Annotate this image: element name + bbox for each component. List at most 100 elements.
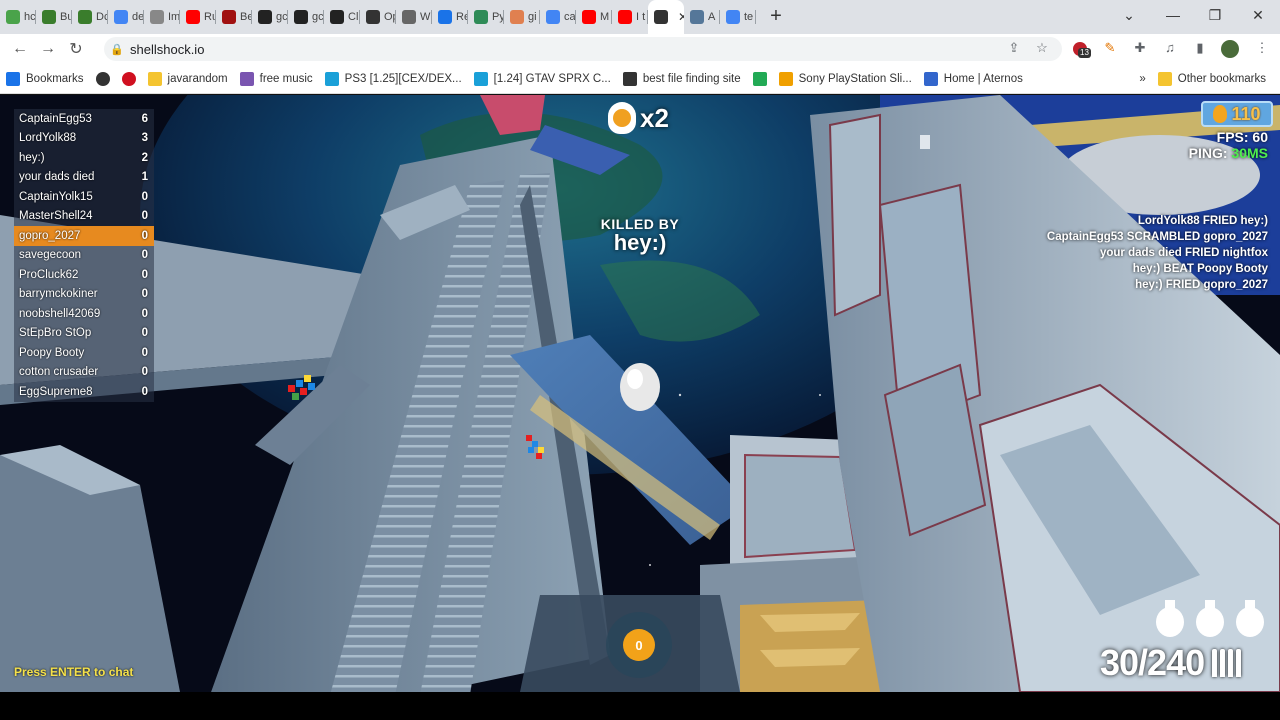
fps-readout: FPS: 60 (1216, 129, 1268, 145)
tab-9[interactable]: Cl (324, 0, 360, 34)
player-name: your dads died (19, 171, 95, 184)
youtube-icon (186, 10, 200, 24)
tab-11[interactable]: W (396, 0, 432, 34)
tab-5[interactable]: Ru (180, 0, 216, 34)
tab-1[interactable]: Bu (36, 0, 72, 34)
tab-label: Im (168, 11, 180, 23)
github-icon (294, 10, 308, 24)
url-text[interactable]: shellshock.io (130, 42, 204, 57)
bookmark-3[interactable]: javarandom (142, 66, 234, 92)
forward-button[interactable]: → (34, 40, 62, 58)
extension-icon[interactable]: 13 (1070, 38, 1091, 58)
grenade-icon (1236, 600, 1264, 637)
tab-12[interactable]: Re (432, 0, 468, 34)
player-name: gopro_2027 (19, 229, 81, 242)
player-score: 0 (141, 385, 148, 398)
tab-15[interactable]: ca (540, 0, 576, 34)
bookmark-8[interactable] (747, 66, 773, 92)
address-bar[interactable]: 🔒 shellshock.io (104, 37, 1062, 61)
tab-2[interactable]: Dc (72, 0, 108, 34)
hand-icon (510, 10, 524, 24)
tab-19[interactable]: A (684, 0, 720, 34)
restore-button[interactable]: ❐ (1192, 0, 1238, 30)
killer-name: hey:) (613, 230, 667, 255)
bookmark-label: free music (259, 72, 313, 85)
green-square-icon (752, 71, 767, 86)
ping-label: PING: (1188, 145, 1232, 161)
bookmark-9[interactable]: Sony PlayStation Sli... (773, 66, 918, 92)
tab-17[interactable]: I t (612, 0, 648, 34)
media-control-icon[interactable]: ♫ (1160, 38, 1180, 58)
bookmark-7[interactable]: best file finding site (617, 66, 747, 92)
side-panel-icon[interactable]: ▮ (1190, 38, 1210, 58)
grenade-timer-value: 0 (623, 629, 655, 661)
bookmark-10[interactable]: Home | Aternos (918, 66, 1029, 92)
player-score: 0 (141, 307, 148, 320)
tab-14[interactable]: gi (504, 0, 540, 34)
game-scene[interactable] (0, 95, 1280, 692)
tab-13[interactable]: Py (468, 0, 504, 34)
bookmark-6[interactable]: [1.24] GTAV SPRX C... (468, 66, 617, 92)
extension-badge: 13 (1078, 48, 1091, 58)
other-bookmarks[interactable]: Other bookmarks (1152, 66, 1272, 92)
bookmark-0[interactable]: Bookmarks (0, 66, 90, 92)
github-icon (258, 10, 272, 24)
player-score: 0 (141, 288, 148, 301)
lock-icon[interactable]: 🔒 (104, 43, 130, 56)
scoreboard-row: LordYolk88 3 (14, 128, 154, 148)
tab-18[interactable]: ✕ (648, 0, 684, 34)
egg-currency[interactable]: 110 (1201, 101, 1273, 127)
player-score: 6 (141, 112, 148, 125)
tab-label: Be (240, 11, 252, 23)
tab-16[interactable]: M (576, 0, 612, 34)
player-score: 0 (141, 210, 148, 223)
google-icon (114, 10, 128, 24)
folder-icon (1157, 71, 1172, 86)
tab-search-button[interactable]: ⌄ (1106, 0, 1152, 30)
back-button[interactable]: ← (6, 40, 34, 58)
scoreboard-row: cotton crusader 0 (14, 362, 154, 382)
tab-label: M (600, 11, 610, 23)
scoreboard-row: CaptainEgg53 6 (14, 109, 154, 129)
scoreboard-row: Poopy Booty 0 (14, 343, 154, 363)
edit-extension-icon[interactable]: ✎ (1100, 38, 1120, 58)
tab-6[interactable]: Be (216, 0, 252, 34)
player-score: 0 (141, 190, 148, 203)
tab-3[interactable]: de (108, 0, 144, 34)
tab-7[interactable]: gc (252, 0, 288, 34)
tab-8[interactable]: gc (288, 0, 324, 34)
google-icon (726, 10, 740, 24)
bookmark-5[interactable]: PS3 [1.25][CEX/DEX... (319, 66, 468, 92)
multicolor-icon (6, 10, 20, 24)
tab-label: te (744, 11, 754, 23)
tab-10[interactable]: Op (360, 0, 396, 34)
bookmark-label: best file finding site (642, 72, 741, 85)
bullets-icon (1212, 649, 1242, 677)
player-name: ProCluck62 (19, 268, 79, 281)
minimize-button[interactable]: — (1150, 0, 1196, 30)
player-score: 0 (141, 346, 148, 359)
bookmark-star-icon[interactable]: ☆ (1032, 38, 1052, 58)
profile-avatar[interactable] (1220, 38, 1240, 58)
browser-menu-icon[interactable]: ⋮ (1252, 38, 1272, 58)
c-icon (324, 71, 339, 86)
bookmark-2[interactable] (116, 66, 142, 92)
tab-4[interactable]: Im (144, 0, 180, 34)
tab-0[interactable]: hc (0, 0, 36, 34)
tab-20[interactable]: te (720, 0, 756, 34)
share-icon[interactable]: ⇪ (1004, 38, 1024, 58)
golden-egg-icon (1213, 105, 1228, 123)
kill-streak: x2 (608, 100, 669, 136)
player-score: 0 (141, 249, 148, 262)
new-tab-button[interactable]: + (764, 5, 788, 29)
close-window-button[interactable]: ✕ (1235, 0, 1280, 30)
extensions-puzzle-icon[interactable]: ✚ (1130, 38, 1150, 58)
bookmarks-overflow-button[interactable]: » (1133, 66, 1151, 92)
openai-icon (366, 10, 380, 24)
bookmark-1[interactable] (90, 66, 116, 92)
grenade-icon (1196, 600, 1224, 637)
reload-button[interactable]: ↻ (62, 39, 90, 59)
chart-icon (150, 10, 164, 24)
game-viewport[interactable] (0, 95, 1280, 692)
bookmark-4[interactable]: free music (234, 66, 319, 92)
